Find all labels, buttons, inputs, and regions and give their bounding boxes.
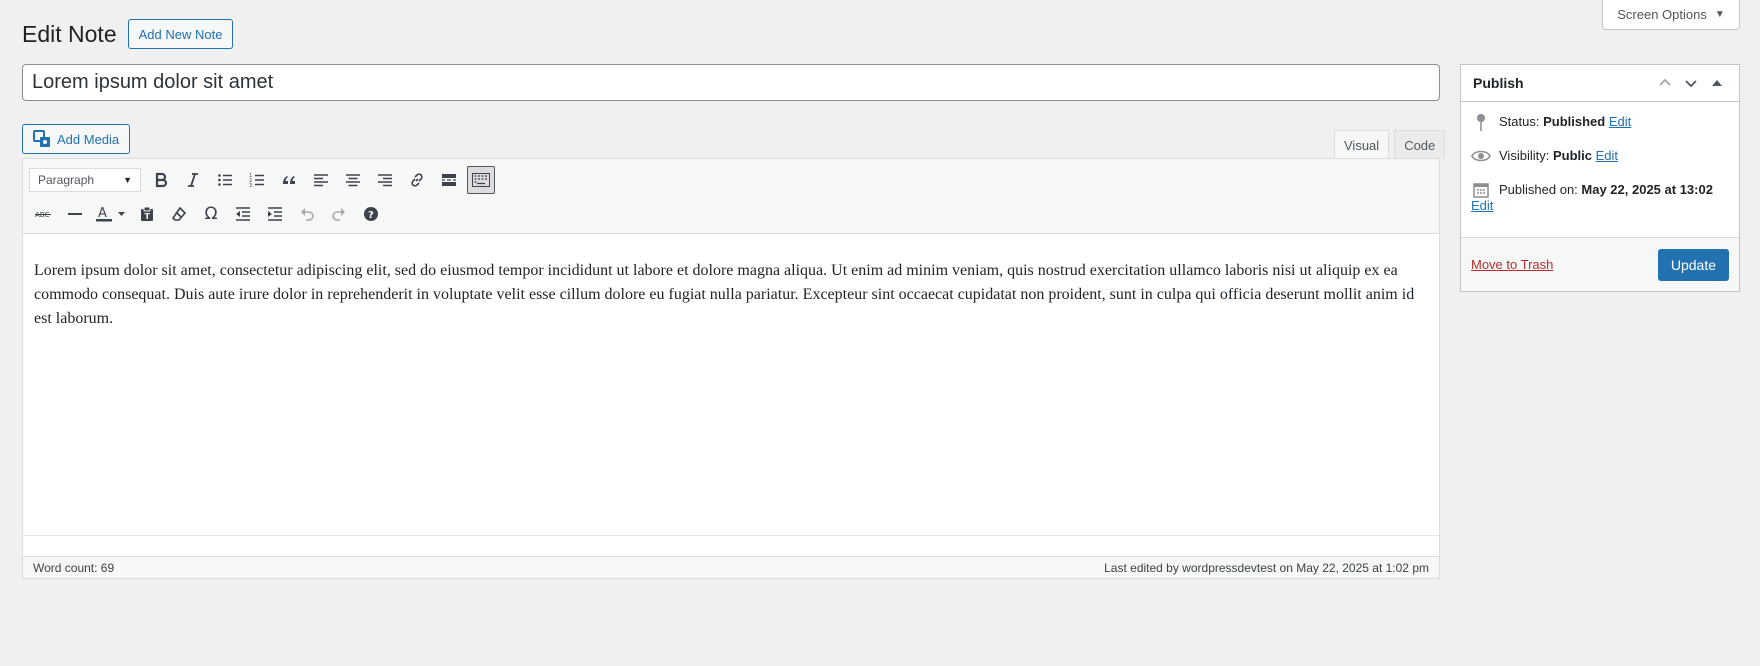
indent-icon[interactable] (261, 200, 289, 228)
publish-actions: Move to Trash Update (1461, 237, 1739, 291)
add-media-label: Add Media (57, 131, 120, 147)
word-count: Word count: 69 (33, 560, 115, 575)
publish-misc: Status: Published Edit Visibility: Publi… (1461, 102, 1739, 213)
align-center-icon[interactable] (339, 166, 367, 194)
move-to-trash-link[interactable]: Move to Trash (1471, 257, 1553, 272)
page-title: Edit Note (22, 20, 117, 47)
editor-statusbar: Word count: 69 Last edited by wordpressd… (23, 556, 1439, 578)
align-left-icon[interactable] (307, 166, 335, 194)
move-down-icon[interactable] (1681, 73, 1701, 93)
editor-content[interactable]: Lorem ipsum dolor sit amet, consectetur … (23, 234, 1439, 534)
svg-text:?: ? (368, 210, 374, 221)
svg-text:T: T (145, 212, 151, 221)
editor-tabs: Visual Code (1334, 130, 1446, 159)
numbered-list-icon[interactable]: 123 (243, 166, 271, 194)
publish-title: Publish (1473, 75, 1524, 91)
publish-box-controls (1655, 73, 1727, 93)
redo-icon[interactable] (325, 200, 353, 228)
format-select-value: Paragraph (38, 173, 95, 187)
svg-text:3: 3 (249, 183, 252, 188)
visibility-row: Visibility: Public Edit (1471, 146, 1729, 180)
collapse-icon[interactable] (1707, 73, 1727, 93)
content-editor: Paragraph ▼ 123 ABC A T Ω ? (22, 158, 1440, 579)
add-new-note-button[interactable]: Add New Note (127, 19, 234, 49)
edit-visibility-link[interactable]: Edit (1596, 148, 1618, 163)
editor-resize-area (23, 535, 1439, 556)
visibility-label: Visibility: (1499, 148, 1550, 163)
published-label: Published on: (1499, 182, 1578, 197)
svg-text:A: A (98, 206, 107, 221)
add-media-button[interactable]: Add Media (22, 124, 131, 154)
align-right-icon[interactable] (371, 166, 399, 194)
tab-visual[interactable]: Visual (1334, 130, 1390, 159)
undo-icon[interactable] (293, 200, 321, 228)
post-title-input[interactable]: Lorem ipsum dolor sit amet (22, 64, 1440, 101)
toolbar-row-1: Paragraph ▼ 123 (29, 164, 1433, 196)
update-button[interactable]: Update (1657, 248, 1729, 281)
publish-header: Publish (1461, 65, 1739, 102)
screen-options-label: Screen Options (1617, 7, 1707, 22)
bullet-list-icon[interactable] (211, 166, 239, 194)
read-more-icon[interactable] (435, 166, 463, 194)
toolbar-toggle-icon[interactable] (467, 166, 495, 194)
toolbar-row-2: ABC A T Ω ? (29, 198, 1433, 230)
caret-down-icon: ▼ (123, 175, 132, 185)
bold-icon[interactable] (147, 166, 175, 194)
pin-icon (1471, 112, 1491, 132)
screen-options-button[interactable]: Screen Options ▼ (1602, 0, 1740, 30)
move-up-icon[interactable] (1655, 73, 1675, 93)
special-character-icon[interactable]: Ω (197, 200, 225, 228)
edit-date-link[interactable]: Edit (1471, 198, 1493, 213)
blockquote-icon[interactable] (275, 166, 303, 194)
status-label: Status: (1499, 114, 1540, 129)
tab-code[interactable]: Code (1394, 130, 1446, 159)
status-value: Published (1543, 114, 1606, 129)
published-value: May 22, 2025 at 13:02 (1581, 182, 1713, 197)
visibility-value: Public (1552, 148, 1592, 163)
editor-toolbar: Paragraph ▼ 123 ABC A T Ω ? (23, 159, 1439, 234)
text-color-icon[interactable]: A (93, 200, 129, 228)
page-header: Edit Note Add New Note (22, 19, 234, 49)
outdent-icon[interactable] (229, 200, 257, 228)
clear-formatting-icon[interactable] (165, 200, 193, 228)
italic-icon[interactable] (179, 166, 207, 194)
caret-down-icon: ▼ (1714, 9, 1725, 20)
status-row: Status: Published Edit (1471, 112, 1729, 146)
help-icon[interactable]: ? (357, 200, 385, 228)
horizontal-line-icon[interactable] (61, 200, 89, 228)
strikethrough-icon[interactable]: ABC (29, 200, 57, 228)
paste-text-icon[interactable]: T (133, 200, 161, 228)
link-icon[interactable] (403, 166, 431, 194)
format-select[interactable]: Paragraph ▼ (29, 168, 141, 192)
add-media-icon (33, 130, 51, 148)
publish-box: Publish Status: Published Edit Visibilit… (1460, 64, 1740, 292)
calendar-icon (1471, 180, 1491, 200)
eye-icon (1471, 146, 1491, 166)
edit-status-link[interactable]: Edit (1609, 114, 1631, 129)
last-edited: Last edited by wordpressdevtest on May 2… (1104, 560, 1429, 575)
